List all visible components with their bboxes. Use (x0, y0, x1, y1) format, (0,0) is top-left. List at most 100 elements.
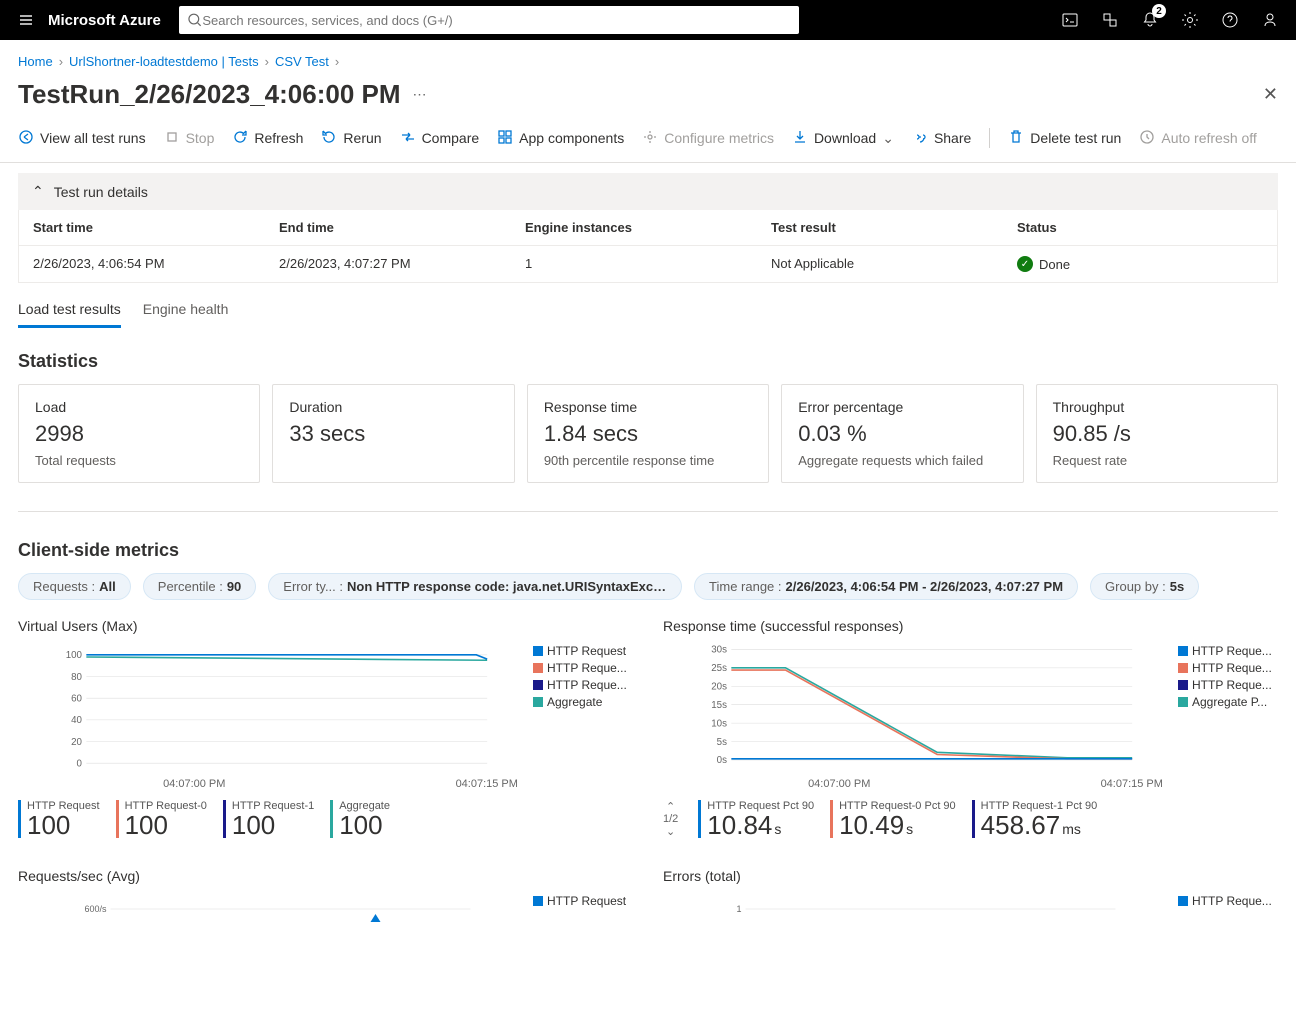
svg-text:100: 100 (66, 650, 83, 661)
filter-requests[interactable]: Requests : All (18, 573, 131, 600)
close-icon[interactable]: ✕ (1263, 84, 1278, 105)
app-components-button[interactable]: App components (497, 129, 624, 148)
download-button[interactable]: Download⌄ (792, 129, 894, 148)
svg-text:1: 1 (736, 904, 741, 914)
legend-item[interactable]: HTTP Reque... (1178, 661, 1278, 675)
legend-text: HTTP Reque... (1192, 661, 1272, 675)
legend-item[interactable]: HTTP Reque... (1178, 644, 1278, 658)
svg-text:40: 40 (71, 715, 82, 726)
filter-label: Error ty... : (283, 579, 343, 594)
crumb-csv[interactable]: CSV Test (275, 54, 329, 69)
legend-text: HTTP Reque... (547, 661, 627, 675)
delete-button[interactable]: Delete test run (1008, 129, 1121, 148)
chart-virtual-users: Virtual Users (Max) 100806040200 HTTP Re… (18, 618, 633, 838)
chart-legend: HTTP Request (533, 894, 633, 924)
directory-icon[interactable] (1092, 2, 1128, 38)
search-box[interactable] (179, 6, 799, 34)
card-sub: Request rate (1053, 453, 1261, 468)
details-body-row: 2/26/2023, 4:06:54 PM 2/26/2023, 4:07:27… (19, 245, 1277, 282)
card-value: 0.03 % (798, 421, 1006, 447)
compare-button[interactable]: Compare (400, 129, 480, 148)
crumb-home[interactable]: Home (18, 54, 53, 69)
svg-text:30s: 30s (711, 645, 727, 656)
stat-cards: Load2998Total requestsDuration33 secsRes… (18, 384, 1278, 483)
menu-icon[interactable] (8, 2, 44, 38)
filters: Requests : All Percentile : 90 Error ty.… (18, 573, 1278, 600)
notifications-icon[interactable]: 2 (1132, 2, 1168, 38)
stop-button: Stop (164, 129, 215, 148)
svg-text:20s: 20s (711, 682, 727, 693)
share-button[interactable]: Share (912, 129, 971, 148)
stat-value: 458.67ms (981, 812, 1098, 838)
top-bar: Microsoft Azure 2 (0, 0, 1296, 40)
legend-text: HTTP Request (547, 644, 626, 658)
legend-swatch (533, 646, 543, 656)
chart-plot[interactable]: 600/s (18, 894, 523, 924)
chart-plot[interactable]: 30s25s20s15s10s5s0s (663, 644, 1168, 774)
rerun-button[interactable]: Rerun (321, 129, 381, 148)
svg-text:25s: 25s (711, 663, 727, 674)
stat-value: 100 (125, 812, 207, 838)
chevron-up-icon[interactable]: ⌃ (666, 800, 675, 813)
legend-item[interactable]: Aggregate P... (1178, 695, 1278, 709)
divider (18, 511, 1278, 512)
filter-error-type[interactable]: Error ty... : Non HTTP response code: ja… (268, 573, 682, 600)
val-engine: 1 (525, 256, 771, 272)
legend-text: HTTP Reque... (1192, 894, 1272, 908)
help-icon[interactable] (1212, 2, 1248, 38)
cloud-shell-icon[interactable] (1052, 2, 1088, 38)
stat-value: 100 (27, 812, 100, 838)
chart-plot[interactable]: 100806040200 (18, 644, 523, 774)
filter-group-by[interactable]: Group by : 5s (1090, 573, 1199, 600)
tab-engine-health[interactable]: Engine health (143, 301, 229, 328)
details-table: Start time End time Engine instances Tes… (18, 210, 1278, 283)
col-end: End time (279, 220, 525, 235)
filter-label: Group by : (1105, 579, 1166, 594)
legend-item[interactable]: HTTP Request (533, 644, 633, 658)
stat-value: 100 (339, 812, 390, 838)
legend-item[interactable]: HTTP Reque... (533, 678, 633, 692)
refresh-button[interactable]: Refresh (232, 129, 303, 148)
crumb-tests[interactable]: UrlShortner-loadtestdemo | Tests (69, 54, 259, 69)
details-header[interactable]: ⌃ Test run details (18, 173, 1278, 210)
filter-value: 2/26/2023, 4:06:54 PM - 2/26/2023, 4:07:… (786, 579, 1064, 594)
title-bar: TestRun_2/26/2023_4:06:00 PM ⋯ ✕ (0, 75, 1296, 120)
stat-card: Response time1.84 secs90th percentile re… (527, 384, 769, 483)
chart-legend: HTTP Reque... HTTP Reque... HTTP Reque... A… (1178, 644, 1278, 774)
chart-title: Virtual Users (Max) (18, 618, 633, 634)
legend-item[interactable]: Aggregate (533, 695, 633, 709)
svg-text:15s: 15s (711, 700, 727, 711)
filter-time-range[interactable]: Time range : 2/26/2023, 4:06:54 PM - 2/2… (694, 573, 1078, 600)
chart-title: Response time (successful responses) (663, 618, 1278, 634)
configure-metrics-button: Configure metrics (642, 129, 774, 148)
tab-load-results[interactable]: Load test results (18, 301, 121, 328)
legend-item[interactable]: HTTP Reque... (533, 661, 633, 675)
chart-plot[interactable]: 1 (663, 894, 1168, 924)
chart-title: Requests/sec (Avg) (18, 868, 633, 884)
details-header-label: Test run details (54, 184, 148, 200)
filter-label: Percentile : (158, 579, 223, 594)
legend-item[interactable]: HTTP Request (533, 894, 633, 908)
legend-item[interactable]: HTTP Reque... (1178, 894, 1278, 908)
card-sub: 90th percentile response time (544, 453, 752, 468)
legend-item[interactable]: HTTP Reque... (1178, 678, 1278, 692)
stat-value: 10.49s (839, 812, 956, 838)
rerun-label: Rerun (343, 130, 381, 146)
chart-pager[interactable]: ⌃ 1/2 ⌄ (663, 800, 678, 838)
auto-refresh-button[interactable]: Auto refresh off (1139, 129, 1256, 148)
feedback-icon[interactable] (1252, 2, 1288, 38)
search-input[interactable] (202, 13, 790, 28)
col-status: Status (1017, 220, 1263, 235)
more-icon[interactable]: ⋯ (413, 86, 427, 103)
filter-percentile[interactable]: Percentile : 90 (143, 573, 257, 600)
svg-text:5s: 5s (717, 737, 727, 748)
svg-text:10s: 10s (711, 718, 727, 729)
legend-text: HTTP Reque... (1192, 644, 1272, 658)
view-all-button[interactable]: View all test runs (18, 129, 146, 148)
chart-stats: HTTP Request100HTTP Request-0100HTTP Req… (18, 800, 633, 838)
legend-text: HTTP Reque... (547, 678, 627, 692)
card-value: 33 secs (289, 421, 497, 447)
brand[interactable]: Microsoft Azure (48, 12, 161, 29)
chevron-down-icon[interactable]: ⌄ (666, 825, 675, 838)
settings-icon[interactable] (1172, 2, 1208, 38)
